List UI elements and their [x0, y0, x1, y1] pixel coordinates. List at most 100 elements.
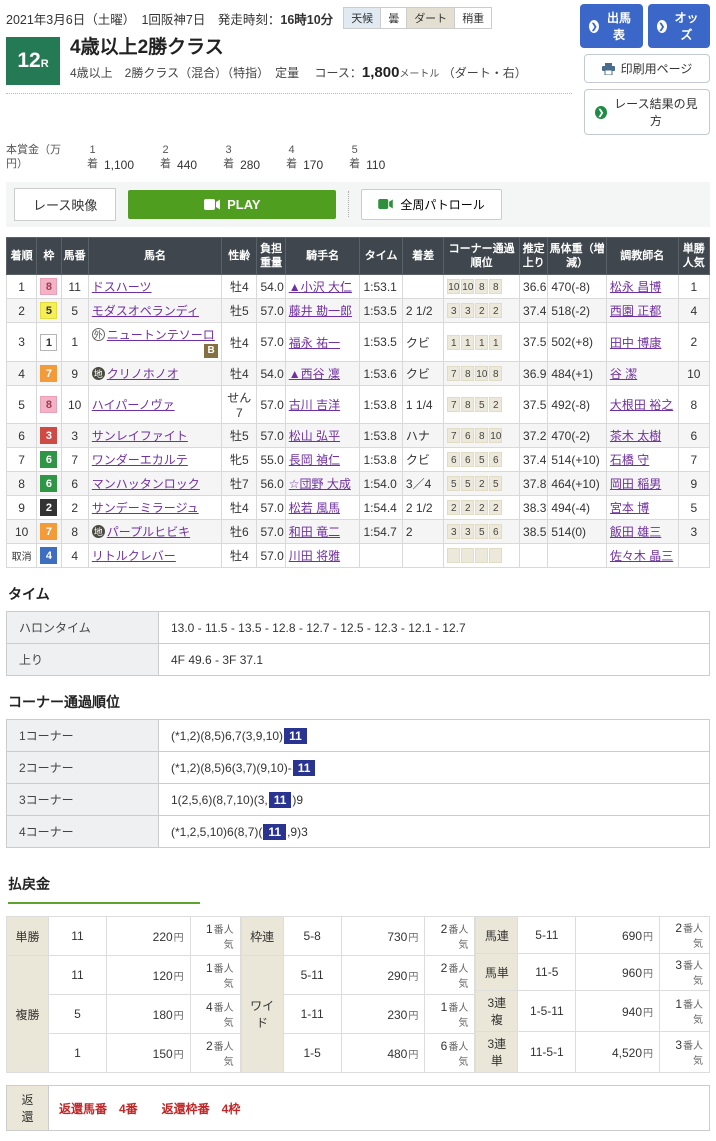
prize-money-row: 本賞金（万円） 1着1,1002着4403着2804着1705着110: [6, 135, 710, 182]
horse-body-weight: [548, 544, 607, 568]
horse-body-weight: 470(-8): [548, 275, 607, 299]
results-column-header: 馬名: [88, 237, 221, 275]
jockey-name-link[interactable]: 和田 竜二: [289, 525, 340, 539]
win-favorite-rank: [678, 544, 709, 568]
corner-position: 2: [489, 500, 502, 515]
trainer-cell: 岡田 稲男: [606, 472, 678, 496]
jockey-name-link[interactable]: 藤井 勘一郎: [289, 304, 352, 318]
jockey-name-link[interactable]: 松山 弘平: [289, 429, 340, 443]
start-time: 16時10分: [280, 13, 333, 27]
trainer-name-link[interactable]: 飯田 雄三: [610, 525, 661, 539]
sex-age: 牡4: [222, 362, 257, 386]
jockey-name-link[interactable]: ☆団野 大成: [289, 477, 351, 491]
finish-position: 3: [7, 323, 37, 362]
win-favorite-rank: 7: [678, 448, 709, 472]
corner-position: 2: [475, 303, 488, 318]
results-column-header: 性齢: [222, 237, 257, 275]
trainer-name-link[interactable]: 岡田 稲男: [610, 477, 661, 491]
race-result-page: 2021年3月6日（土曜） 1回阪神7日 発走時刻：16時10分 天候 曇 ダー…: [0, 0, 716, 1141]
horse-name-cell: サンレイファイト: [88, 424, 221, 448]
jockey-name-link[interactable]: 古川 吉洋: [289, 398, 340, 412]
payout-amount-value: 4,520: [612, 1046, 642, 1060]
yen-unit: 円: [174, 972, 184, 983]
payout-favorite-value: 1: [206, 922, 213, 936]
horse-name-link[interactable]: ワンダーエカルテ: [92, 453, 188, 467]
horse-name-link[interactable]: モダスオペランディ: [92, 304, 199, 318]
jockey-cell: 古川 吉洋: [285, 386, 360, 424]
frame-number-cell: 4: [37, 544, 61, 568]
time-section-title: タイム: [8, 584, 710, 604]
win-favorite-rank: 1: [678, 275, 709, 299]
estimated-agari: 38.3: [520, 496, 548, 520]
horse-name-link[interactable]: リトルクレバー: [92, 549, 176, 563]
jockey-name-link[interactable]: 松若 風馬: [289, 501, 340, 515]
payout-favorite-value: 4: [206, 1000, 213, 1014]
odds-button[interactable]: ❯ オッズ: [648, 4, 711, 48]
trainer-name-link[interactable]: 佐々木 晶三: [610, 549, 673, 563]
trainer-name-link[interactable]: 石橋 守: [610, 453, 649, 467]
corner-position: 1: [475, 335, 488, 350]
trainer-name-link[interactable]: 茶木 太樹: [610, 429, 661, 443]
payout-favorite: 3番人気: [660, 954, 710, 991]
horse-name-link[interactable]: ドスハーツ: [92, 280, 152, 294]
jockey-cell: 松若 風馬: [285, 496, 360, 520]
trainer-cell: 宮本 博: [606, 496, 678, 520]
frame-number: 2: [40, 499, 57, 516]
horse-name-link[interactable]: サンデーミラージュ: [92, 501, 199, 515]
corner-row-label: 1コーナー: [7, 720, 159, 752]
horse-name-link[interactable]: ハイパーノヴァ: [92, 398, 175, 412]
shutsuba-button[interactable]: ❯ 出馬表: [580, 4, 643, 48]
prize-amount: 1,100: [104, 158, 134, 172]
horse-name-link[interactable]: マンハッタンロック: [92, 477, 200, 491]
payout-amount-value: 290: [387, 969, 407, 983]
payout-combination: 11: [49, 917, 107, 956]
prize-amount: 280: [240, 158, 260, 172]
horse-number: 4: [61, 544, 88, 568]
payout-amount-value: 150: [153, 1047, 173, 1061]
payout-favorite: 1番人気: [425, 995, 475, 1034]
result-row: 866マンハッタンロック牡756.0☆団野 大成1:54.03／4552537.…: [7, 472, 710, 496]
payout-combination: 1-11: [283, 995, 341, 1034]
margin: クビ: [402, 448, 443, 472]
trainer-name-link[interactable]: 谷 潔: [610, 367, 637, 381]
trainer-name-link[interactable]: 西園 正都: [610, 304, 661, 318]
finish-time: 1:53.8: [360, 386, 402, 424]
horse-name-link[interactable]: サンレイファイト: [92, 429, 188, 443]
sex-age: 牝5: [222, 448, 257, 472]
carried-weight: 54.0: [257, 362, 285, 386]
result-row: 633サンレイファイト牡557.0松山 弘平1:53.8ハナ7681037.24…: [7, 424, 710, 448]
corner-position: 8: [489, 366, 502, 381]
payout-favorite: 2番人気: [425, 956, 475, 995]
race-title: 4歳以上2勝クラス: [70, 37, 527, 60]
finish-position: 9: [7, 496, 37, 520]
horse-number: 8: [61, 520, 88, 544]
sex-age: 牡4: [222, 275, 257, 299]
finish-position-value: 9: [18, 501, 25, 515]
finish-position-value: 6: [18, 429, 25, 443]
trainer-name-link[interactable]: 宮本 博: [610, 501, 649, 515]
trainer-name-link[interactable]: 田中 博康: [610, 336, 661, 350]
corner-position: 7: [447, 366, 460, 381]
trainer-name-link[interactable]: 松永 昌博: [610, 280, 661, 294]
horse-name-link[interactable]: パープルヒビキ: [107, 525, 190, 539]
corner-position: 10: [489, 428, 502, 443]
horse-name-cell: 地クリノホノオ: [88, 362, 221, 386]
horse-name-cell: 外ニュートンテソーロB: [88, 323, 221, 362]
patrol-video-button[interactable]: 全周パトロール: [361, 189, 501, 220]
payout-section-title: 払戻金: [8, 874, 710, 894]
horse-name-link[interactable]: ニュートンテソーロ: [107, 328, 215, 342]
print-page-button[interactable]: 印刷用ページ: [584, 54, 710, 83]
horse-name-link[interactable]: クリノホノオ: [107, 367, 179, 381]
jockey-name-link[interactable]: ▲小沢 大仁: [289, 280, 352, 294]
corner-row-label: 2コーナー: [7, 752, 159, 784]
play-video-button[interactable]: PLAY: [128, 190, 336, 219]
jockey-name-link[interactable]: 長岡 禎仁: [289, 453, 340, 467]
jockey-name-link[interactable]: 福永 祐一: [289, 336, 340, 350]
trainer-name-link[interactable]: 大根田 裕之: [610, 398, 673, 412]
corner-row: 1コーナー(*1,2)(8,5)6,7(3,9,10)11: [7, 720, 710, 752]
trainer-cell: 田中 博康: [606, 323, 678, 362]
result-guide-button[interactable]: ❯ レース結果の見方: [584, 89, 710, 135]
arrow-circle-icon: ❯: [595, 106, 607, 119]
jockey-name-link[interactable]: 川田 将雅: [289, 549, 340, 563]
jockey-name-link[interactable]: ▲西谷 凜: [289, 367, 340, 381]
